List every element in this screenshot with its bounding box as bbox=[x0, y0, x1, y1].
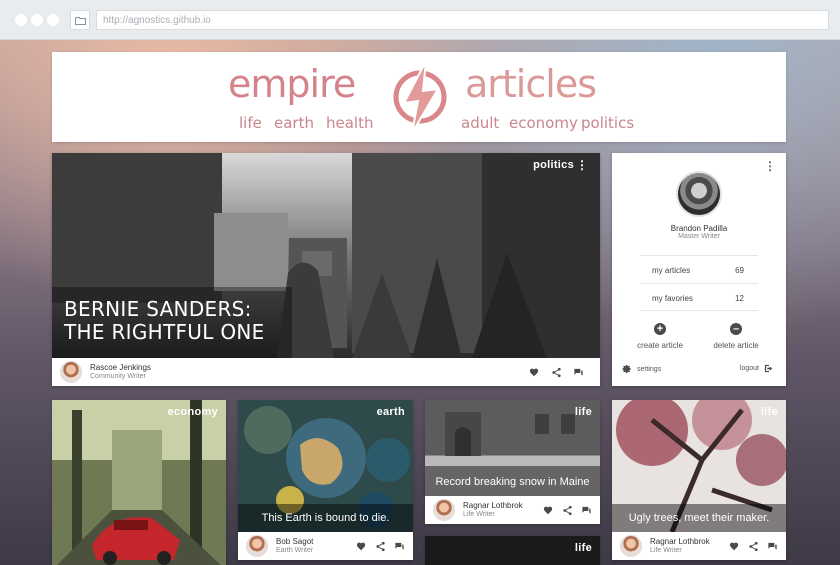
author-bar: Ragnar Lothbrok Life Writer bbox=[612, 532, 786, 560]
nav-life[interactable]: life bbox=[239, 114, 262, 132]
gear-icon bbox=[622, 364, 631, 374]
nav-earth[interactable]: earth bbox=[274, 114, 314, 132]
author-role: Earth Writer bbox=[276, 547, 314, 554]
nav-economy[interactable]: economy bbox=[509, 114, 578, 132]
logout-icon bbox=[764, 364, 773, 373]
more-icon[interactable]: ⋮ bbox=[764, 159, 776, 173]
author-role: Life Writer bbox=[650, 547, 682, 554]
avatar[interactable] bbox=[246, 535, 268, 557]
category-tag[interactable]: life bbox=[575, 542, 592, 554]
nav-adult[interactable]: adult bbox=[461, 114, 499, 132]
share-icon[interactable] bbox=[562, 505, 573, 516]
heart-icon[interactable] bbox=[356, 541, 367, 552]
category-tag[interactable]: politics bbox=[533, 159, 574, 171]
folder-icon[interactable] bbox=[70, 10, 90, 30]
empire-logo[interactable] bbox=[390, 59, 450, 135]
my-favorites-count: 12 bbox=[735, 294, 744, 303]
category-tag[interactable]: life bbox=[575, 406, 592, 418]
article-headline[interactable]: Ugly trees, meet their maker. bbox=[612, 512, 786, 524]
profile-card: ⋮ Brandon Padilla Master Writer my artic… bbox=[612, 153, 786, 386]
brand-title-right[interactable]: articles bbox=[465, 62, 597, 106]
delete-article-label: delete article bbox=[713, 341, 759, 350]
comment-icon[interactable] bbox=[581, 505, 592, 516]
author-name[interactable]: Rascoe Jenkings bbox=[90, 363, 151, 372]
share-icon[interactable] bbox=[551, 367, 562, 378]
category-tag[interactable]: earth bbox=[377, 406, 405, 418]
article-headline[interactable]: This Earth is bound to die. bbox=[238, 512, 413, 524]
author-name[interactable]: Bob Sagot bbox=[276, 537, 313, 546]
create-article-button[interactable]: + create article bbox=[620, 323, 700, 350]
my-articles-count: 69 bbox=[735, 266, 744, 275]
my-favorites-label: my favories bbox=[652, 294, 693, 303]
delete-article-button[interactable]: – delete article bbox=[696, 323, 776, 350]
comment-icon[interactable] bbox=[573, 367, 584, 378]
avatar[interactable] bbox=[60, 361, 82, 383]
share-icon[interactable] bbox=[748, 541, 759, 552]
nav-politics[interactable]: politics bbox=[581, 114, 634, 132]
minus-icon: – bbox=[730, 323, 742, 335]
profile-name[interactable]: Brandon Padilla bbox=[612, 224, 786, 233]
avatar[interactable] bbox=[433, 499, 455, 521]
my-articles-row[interactable]: my articles 69 bbox=[640, 255, 758, 283]
author-name[interactable]: Ragnar Lothbrok bbox=[650, 537, 710, 546]
brand-title-left[interactable]: empire bbox=[228, 62, 356, 106]
my-articles-label: my articles bbox=[652, 266, 691, 275]
heart-icon[interactable] bbox=[543, 505, 554, 516]
window-dot[interactable] bbox=[47, 14, 59, 26]
comment-icon[interactable] bbox=[394, 541, 405, 552]
article-photo bbox=[52, 400, 226, 565]
logout-label: logout bbox=[739, 365, 759, 372]
settings-button[interactable]: settings bbox=[622, 364, 661, 374]
more-icon[interactable]: ⋮ bbox=[576, 158, 588, 172]
author-bar: Bob Sagot Earth Writer bbox=[238, 532, 413, 560]
category-tag[interactable]: life bbox=[761, 406, 778, 418]
author-name[interactable]: Ragnar Lothbrok bbox=[463, 501, 523, 510]
article-card[interactable]: life Record breaking snow in Maine Ragna… bbox=[425, 400, 600, 524]
site-header: empire articles life earth health adult … bbox=[52, 52, 786, 142]
author-role: Community Writer bbox=[90, 373, 146, 380]
author-bar: Ragnar Lothbrok Life Writer bbox=[425, 496, 600, 524]
avatar[interactable] bbox=[620, 535, 642, 557]
article-card[interactable]: earth This Earth is bound to die. Bob Sa… bbox=[238, 400, 413, 560]
settings-label: settings bbox=[637, 365, 662, 373]
article-headline[interactable]: Record breaking snow in Maine bbox=[425, 476, 600, 488]
featured-article-card[interactable]: politics ⋮ BERNIE SANDERS: THE RIGHTFUL … bbox=[52, 153, 600, 386]
window-dot[interactable] bbox=[31, 14, 43, 26]
heart-icon[interactable] bbox=[729, 541, 740, 552]
plus-icon: + bbox=[654, 323, 666, 335]
address-bar[interactable]: http://agnostics.github.io bbox=[96, 10, 829, 30]
author-role: Life Writer bbox=[463, 511, 495, 518]
author-bar: Rascoe Jenkings Community Writer bbox=[52, 358, 600, 386]
featured-title-line: BERNIE SANDERS: bbox=[64, 297, 252, 321]
browser-chrome: http://agnostics.github.io bbox=[0, 0, 840, 40]
window-dot[interactable] bbox=[15, 14, 27, 26]
heart-icon[interactable] bbox=[529, 367, 540, 378]
article-card[interactable]: economy bbox=[52, 400, 226, 565]
featured-title[interactable]: BERNIE SANDERS: THE RIGHTFUL ONE bbox=[64, 298, 265, 344]
featured-title-line: THE RIGHTFUL ONE bbox=[64, 320, 265, 344]
logout-button[interactable]: logout bbox=[740, 364, 774, 373]
my-favorites-row[interactable]: my favories 12 bbox=[640, 283, 758, 311]
profile-role: Master Writer bbox=[678, 233, 720, 240]
article-card[interactable]: life Ugly trees, meet their maker. Ragna… bbox=[612, 400, 786, 560]
comment-icon[interactable] bbox=[767, 541, 778, 552]
avatar[interactable] bbox=[676, 171, 722, 217]
nav-health[interactable]: health bbox=[326, 114, 373, 132]
article-card[interactable]: life bbox=[425, 536, 600, 565]
share-icon[interactable] bbox=[375, 541, 386, 552]
create-article-label: create article bbox=[637, 341, 683, 350]
category-tag[interactable]: economy bbox=[168, 406, 218, 418]
